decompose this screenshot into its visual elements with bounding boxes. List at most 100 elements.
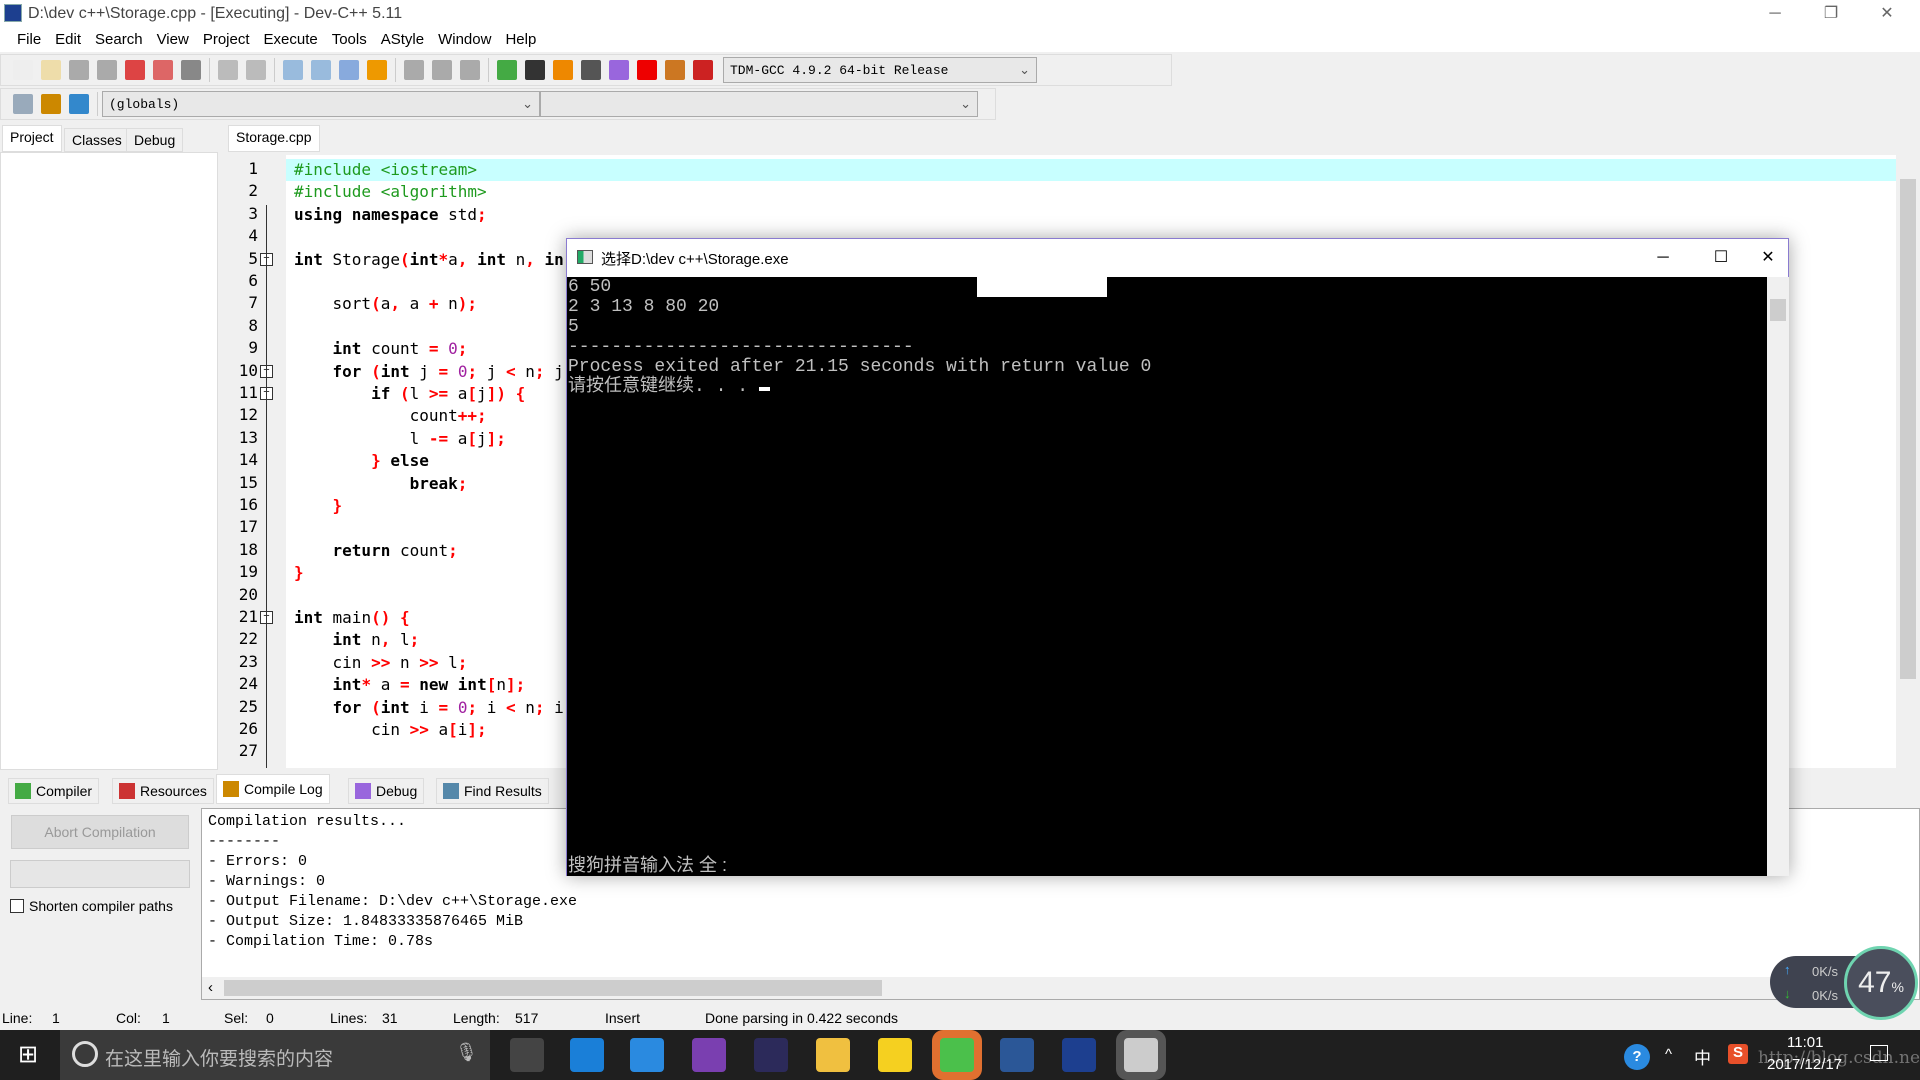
console-window[interactable]: 选择D:\dev c++\Storage.exe ─ ☐ ✕ 6 50 2 3 … <box>566 238 1789 876</box>
line-number: 8 <box>248 315 258 335</box>
tab-storage-cpp[interactable]: Storage.cpp <box>228 125 320 152</box>
menu-window[interactable]: Window <box>431 28 498 52</box>
devcpp-icon[interactable] <box>1062 1038 1096 1072</box>
line-number: 2 <box>248 181 258 201</box>
menu-tools[interactable]: Tools <box>325 28 374 52</box>
line-number: 15 <box>238 472 258 492</box>
word-icon[interactable] <box>1000 1038 1034 1072</box>
checkbox[interactable] <box>10 899 24 913</box>
chevron-down-icon: ⌄ <box>960 96 971 111</box>
ime-indicator[interactable]: 中 <box>1694 1044 1711 1069</box>
sogou-icon[interactable]: S <box>1728 1044 1748 1064</box>
tab-debug[interactable]: Debug <box>126 128 184 152</box>
line-number: 11 <box>238 383 258 402</box>
abort-compilation-button[interactable]: Abort Compilation <box>11 815 189 849</box>
tab-debug[interactable]: Debug <box>348 778 425 804</box>
save-all-icon[interactable] <box>97 60 117 80</box>
console-close-button[interactable]: ✕ <box>1745 244 1791 272</box>
indent-icon[interactable] <box>432 60 452 80</box>
search-box[interactable]: 在这里输入你要搜索的内容 🎙 <box>60 1030 490 1080</box>
tab-compile-log[interactable]: Compile Log <box>216 774 330 804</box>
devcpp-app-icon <box>4 4 22 22</box>
console-icon[interactable] <box>1124 1038 1158 1072</box>
minimize-button[interactable]: ─ <box>1752 0 1798 28</box>
console-scrollbar[interactable] <box>1767 277 1789 876</box>
member-select[interactable]: ⌄ <box>540 91 978 117</box>
close-button[interactable]: ✕ <box>1864 0 1910 28</box>
goto-icon[interactable] <box>69 94 89 114</box>
console-minimize-button[interactable]: ─ <box>1640 244 1686 272</box>
log-hscrollbar[interactable]: ‹ <box>202 977 1902 999</box>
menu-project[interactable]: Project <box>196 28 257 52</box>
help-icon[interactable]: ? <box>1624 1044 1650 1070</box>
tab-compiler[interactable]: Compiler <box>8 778 100 804</box>
sogou-browser-icon[interactable] <box>630 1038 664 1072</box>
run-icon[interactable] <box>525 60 545 80</box>
scope-select[interactable]: (globals) ⌄ <box>102 91 540 117</box>
wechat-icon[interactable] <box>940 1038 974 1072</box>
console-title: 选择D:\dev c++\Storage.exe <box>601 251 789 268</box>
new-file-icon[interactable] <box>13 60 33 80</box>
compile-progress-bar <box>10 860 190 888</box>
line-number: 20 <box>238 584 258 604</box>
scroll-left-icon[interactable]: ‹ <box>208 979 213 996</box>
print-icon[interactable] <box>181 60 201 80</box>
menu-execute[interactable]: Execute <box>257 28 325 52</box>
chevron-up-icon[interactable]: ^ <box>1665 1046 1672 1063</box>
menu-search[interactable]: Search <box>88 28 150 52</box>
microphone-icon[interactable]: 🎙 <box>455 1042 478 1063</box>
save-icon[interactable] <box>69 60 89 80</box>
restore-button[interactable]: ❐ <box>1808 0 1854 28</box>
syntax-check-icon[interactable] <box>609 60 629 80</box>
line-number: 10 <box>238 360 258 380</box>
tab-project[interactable]: Project <box>2 125 62 152</box>
redo-icon[interactable] <box>246 60 266 80</box>
line-number: 21 <box>238 607 258 626</box>
goto-line-icon[interactable] <box>339 60 359 80</box>
stop-icon[interactable] <box>637 60 657 80</box>
compile-run-icon[interactable] <box>553 60 573 80</box>
menu-edit[interactable]: Edit <box>48 28 88 52</box>
edge-icon[interactable] <box>570 1038 604 1072</box>
menu-file[interactable]: File <box>10 28 48 52</box>
file-explorer-icon[interactable] <box>816 1038 850 1072</box>
chevron-down-icon: ⌄ <box>522 96 533 111</box>
close-icon[interactable] <box>125 60 145 80</box>
line-number: 13 <box>238 427 258 447</box>
tab-classes[interactable]: Classes <box>64 128 130 152</box>
menu-astyle[interactable]: AStyle <box>374 28 431 52</box>
menu-view[interactable]: View <box>150 28 196 52</box>
cortana-icon <box>72 1041 98 1067</box>
indent-icon[interactable] <box>13 94 33 114</box>
secondary-toolbar: (globals) ⌄ ⌄ <box>0 88 996 120</box>
compiler-select[interactable]: TDM-GCC 4.9.2 64-bit Release ⌄ <box>723 57 1037 83</box>
open-icon[interactable] <box>41 60 61 80</box>
tab-find-results[interactable]: Find Results <box>436 778 549 804</box>
tab-resources[interactable]: Resources <box>112 778 214 804</box>
delete-profile-icon[interactable] <box>693 60 713 80</box>
line-number: 24 <box>238 674 258 694</box>
editor-scrollbar[interactable] <box>1896 155 1920 768</box>
notification-icon[interactable] <box>1870 1045 1888 1061</box>
qq-music-icon[interactable] <box>878 1038 912 1072</box>
replace-icon[interactable] <box>311 60 331 80</box>
task-view-icon[interactable] <box>510 1038 544 1072</box>
visual-studio-icon[interactable] <box>692 1038 726 1072</box>
toggle-bookmark-icon[interactable] <box>367 60 387 80</box>
rebuild-icon[interactable] <box>581 60 601 80</box>
upload-arrow-icon: ↑ <box>1784 962 1791 977</box>
profile-icon[interactable] <box>665 60 685 80</box>
console-maximize-button[interactable]: ☐ <box>1698 244 1744 272</box>
comment-icon[interactable] <box>460 60 480 80</box>
undo-icon[interactable] <box>218 60 238 80</box>
close-all-icon[interactable] <box>153 60 173 80</box>
eclipse-icon[interactable] <box>754 1038 788 1072</box>
menu-help[interactable]: Help <box>498 28 543 52</box>
unindent-icon[interactable] <box>404 60 424 80</box>
shorten-paths-checkbox[interactable]: Shorten compiler paths <box>10 898 173 914</box>
compile-icon[interactable] <box>497 60 517 80</box>
find-icon[interactable] <box>283 60 303 80</box>
add-bookmark-icon[interactable] <box>41 94 61 114</box>
separator <box>209 58 210 82</box>
windows-start-icon[interactable]: ⊞ <box>18 1040 38 1069</box>
